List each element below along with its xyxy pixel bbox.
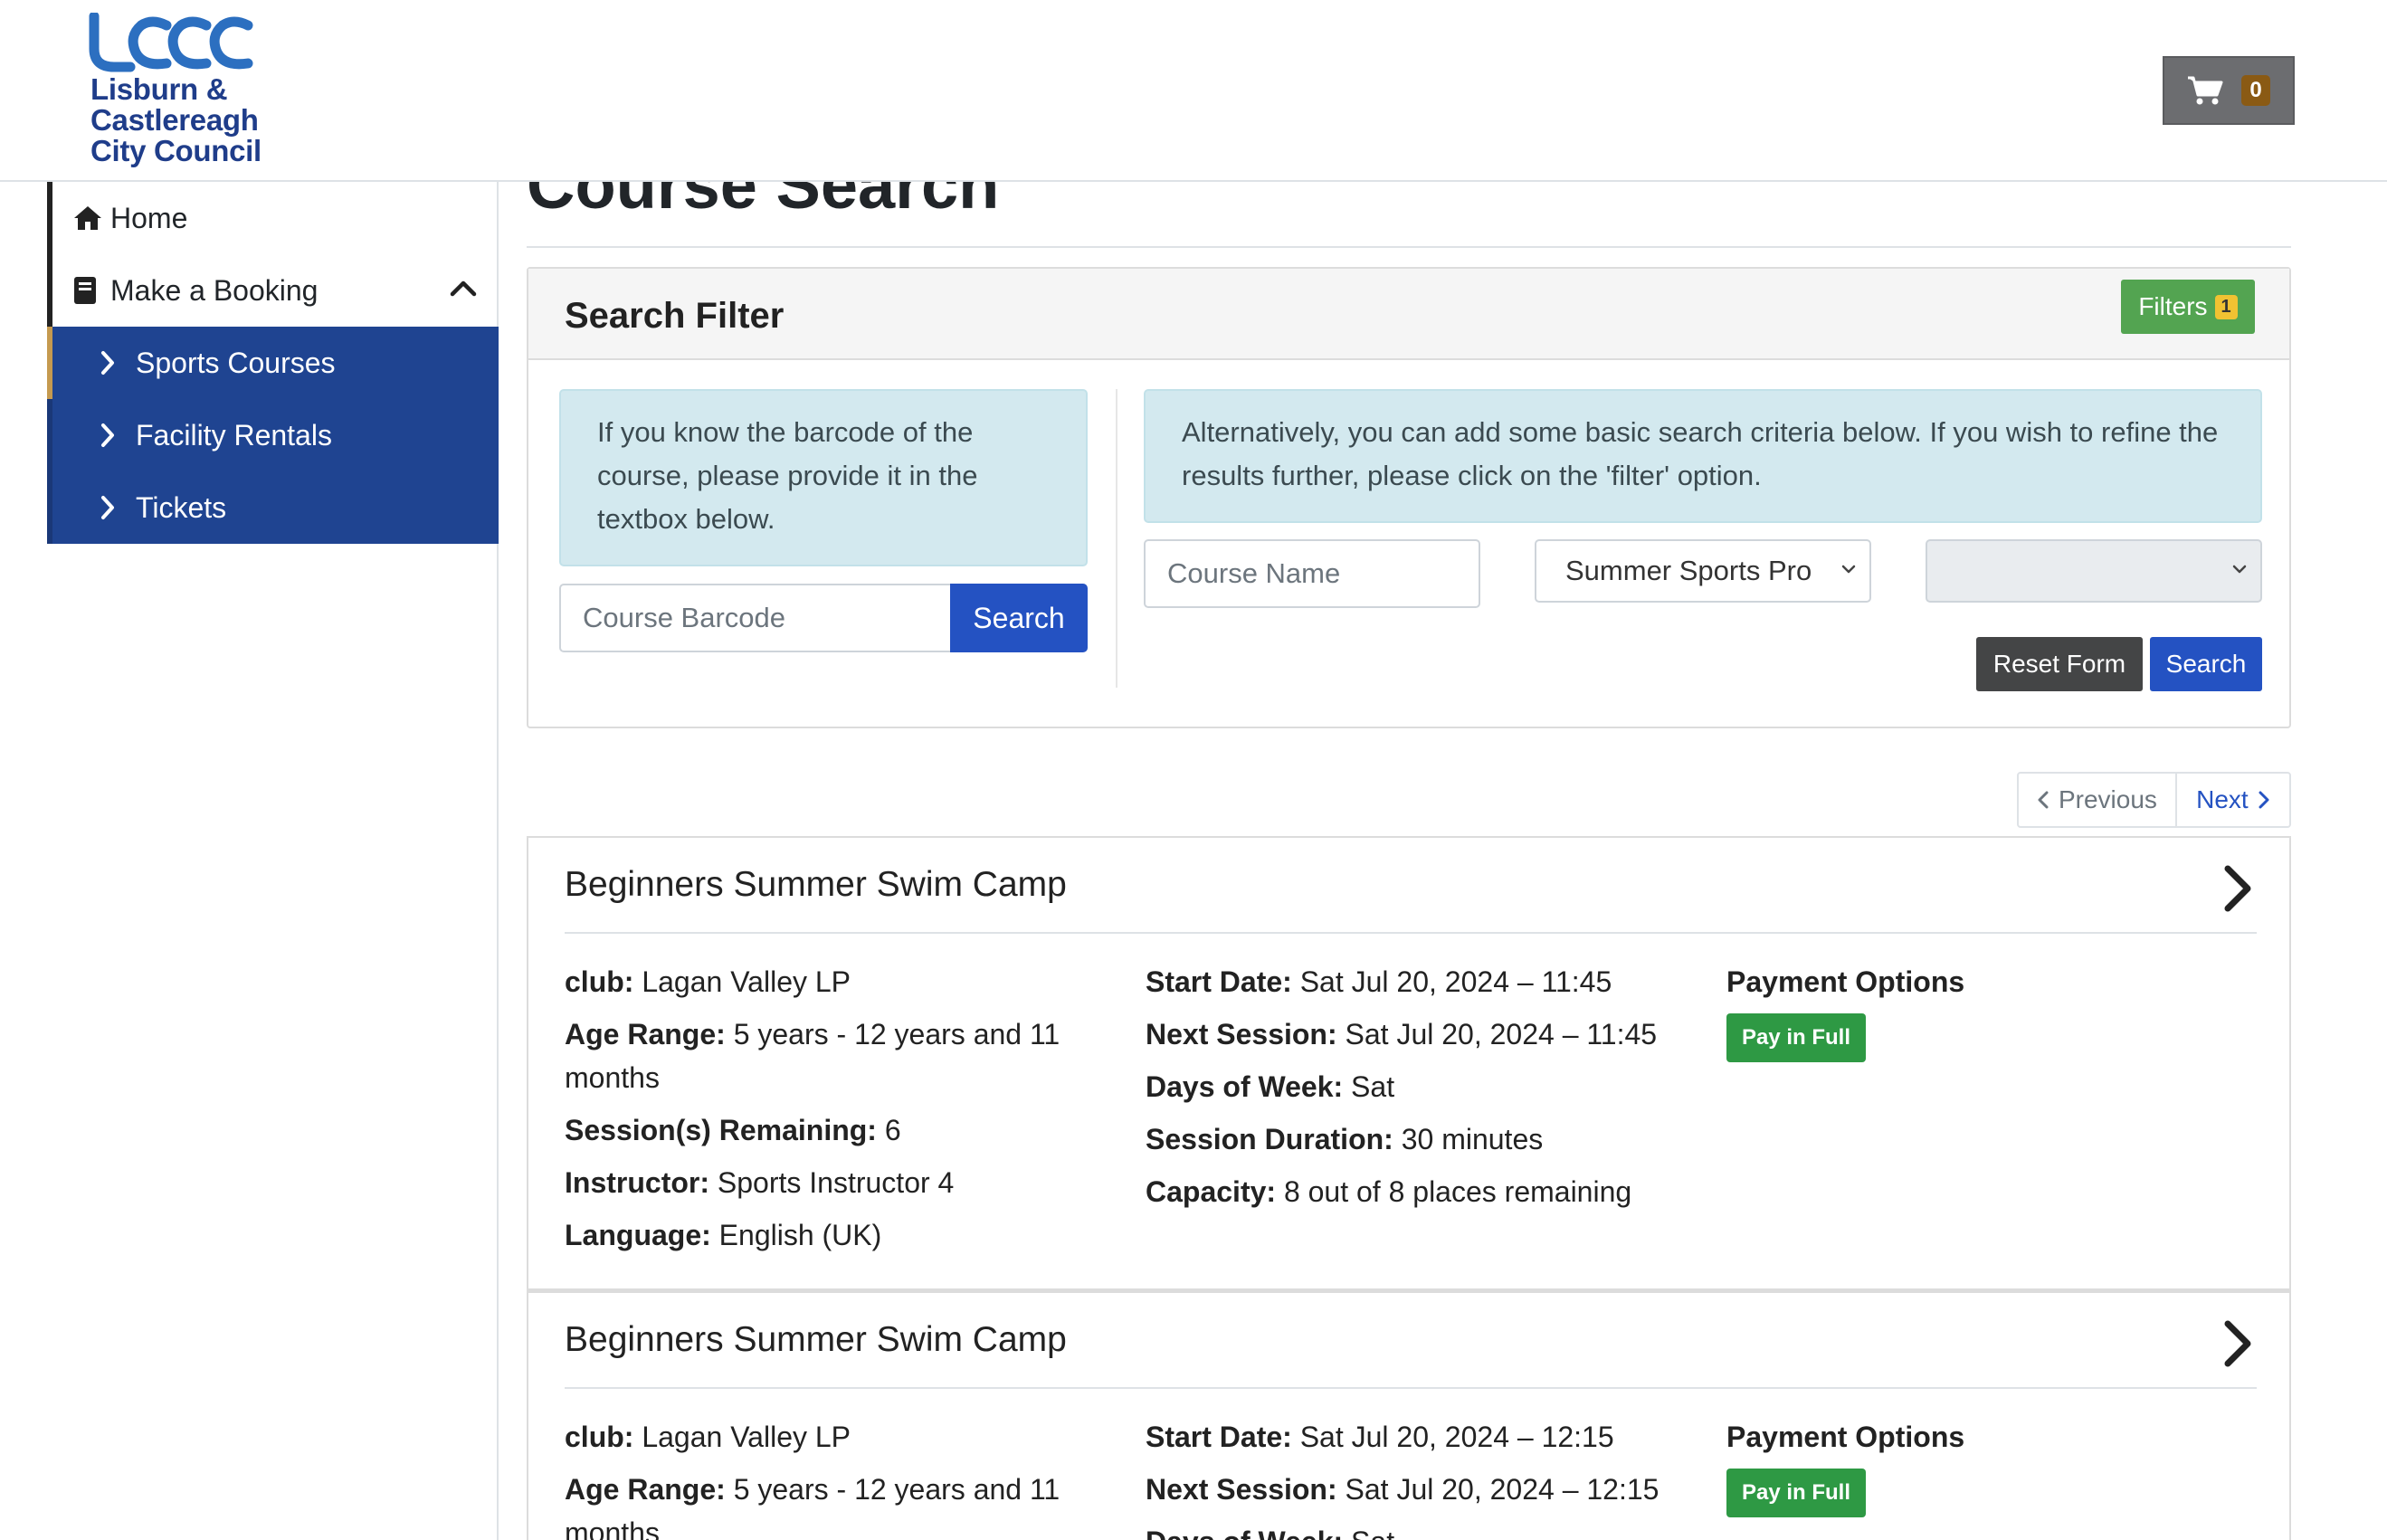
barcode-info-alert: If you know the barcode of the course, p… xyxy=(559,389,1088,566)
course-days-of-week: Days of Week: Sat xyxy=(1146,1070,1395,1103)
sidebar-item-make-booking[interactable]: Make a Booking xyxy=(52,254,499,327)
course-payment-options: Payment Options Pay in Full xyxy=(1726,1411,2233,1517)
council-logo[interactable]: Lisburn & Castlereagh City Council xyxy=(89,13,270,174)
criteria-info-alert: Alternatively, you can add some basic se… xyxy=(1144,389,2262,523)
course-payment-options: Payment Options Pay in Full xyxy=(1726,955,2233,1062)
course-capacity: Capacity: 8 out of 8 places remaining xyxy=(1146,1175,1632,1208)
pay-in-full-button[interactable]: Pay in Full xyxy=(1726,1013,1866,1062)
chevron-up-icon[interactable] xyxy=(450,278,477,298)
sidebar: Home Make a Booking Sports Courses Facil… xyxy=(0,182,499,1540)
course-title[interactable]: Beginners Summer Swim Camp xyxy=(565,1320,1067,1360)
course-start-date: Start Date: Sat Jul 20, 2024 – 11:45 xyxy=(1146,965,1612,998)
chevron-right-icon xyxy=(101,351,114,375)
course-name-input[interactable]: Course Name xyxy=(1144,539,1480,608)
course-card[interactable]: Beginners Summer Swim Camp club: Lagan V… xyxy=(527,1290,2291,1540)
course-club: club: Lagan Valley LP xyxy=(565,1421,851,1453)
course-next-session: Next Session: Sat Jul 20, 2024 – 12:15 xyxy=(1146,1473,1659,1506)
course-details-left: club: Lagan Valley LP Age Range: 5 years… xyxy=(565,955,1108,1261)
course-card-header: Beginners Summer Swim Camp xyxy=(565,1293,2257,1389)
course-name-placeholder: Course Name xyxy=(1167,557,1341,589)
course-session-duration: Session Duration: 30 minutes xyxy=(1146,1123,1544,1155)
sidebar-item-sports-courses[interactable]: Sports Courses xyxy=(47,327,499,399)
pagination: Previous Next xyxy=(2017,772,2291,828)
sidebar-item-label: Sports Courses xyxy=(136,346,336,379)
course-language: Language: English (UK) xyxy=(565,1219,882,1251)
sidebar-item-label: Tickets xyxy=(136,490,227,524)
search-filter-header: Search Filter Filters 1 xyxy=(528,269,2289,360)
course-club: club: Lagan Valley LP xyxy=(565,965,851,998)
logo-text: Lisburn & Castlereagh City Council xyxy=(90,74,262,166)
course-instructor: Instructor: Sports Instructor 4 xyxy=(565,1166,955,1199)
reset-form-button[interactable]: Reset Form xyxy=(1976,637,2143,691)
cart-button[interactable]: 0 xyxy=(2163,56,2295,125)
cart-count-badge: 0 xyxy=(2241,75,2270,106)
course-barcode-placeholder: Course Barcode xyxy=(583,602,786,633)
filter-column-divider xyxy=(1116,389,1117,688)
chevron-down-icon xyxy=(2232,565,2247,574)
chevron-down-icon xyxy=(1841,565,1856,574)
previous-page-button[interactable]: Previous xyxy=(2019,774,2177,826)
logo-line: Castlereagh xyxy=(90,103,259,137)
chevron-right-icon xyxy=(101,423,114,447)
chevron-right-icon xyxy=(2259,791,2269,809)
next-page-label: Next xyxy=(2196,785,2249,813)
chevron-right-icon[interactable] xyxy=(2219,1318,2255,1369)
site-header: Lisburn & Castlereagh City Council 0 xyxy=(0,0,2387,182)
payment-options-label: Payment Options xyxy=(1726,965,1965,998)
sidebar-item-home[interactable]: Home xyxy=(52,182,499,254)
sidebar-item-label: Make a Booking xyxy=(110,273,319,307)
course-days-of-week: Days of Week: Sat xyxy=(1146,1516,1725,1540)
logo-mark-icon xyxy=(89,13,253,72)
sidebar-item-label: Facility Rentals xyxy=(136,418,332,452)
course-details-left: club: Lagan Valley LP Age Range: 5 years… xyxy=(565,1411,1108,1540)
previous-page-label: Previous xyxy=(2058,785,2157,813)
sidebar-item-facility-rentals[interactable]: Facility Rentals xyxy=(47,399,499,471)
program-select[interactable]: Summer Sports Pro xyxy=(1535,539,1871,603)
search-filter-card: Search Filter Filters 1 If you know the … xyxy=(527,267,2291,728)
cart-icon xyxy=(2188,76,2223,105)
sidebar-item-tickets[interactable]: Tickets xyxy=(47,471,499,544)
booking-submenu: Sports Courses Facility Rentals Tickets xyxy=(47,327,499,544)
course-details-middle: Start Date: Sat Jul 20, 2024 – 12:15 Nex… xyxy=(1146,1411,1725,1540)
chevron-left-icon xyxy=(2038,791,2049,809)
course-start-date: Start Date: Sat Jul 20, 2024 – 12:15 xyxy=(1146,1421,1614,1453)
next-page-button[interactable]: Next xyxy=(2177,774,2289,826)
chevron-right-icon[interactable] xyxy=(2219,863,2255,914)
course-barcode-input[interactable]: Course Barcode xyxy=(559,584,952,652)
search-button[interactable]: Search xyxy=(2150,637,2262,691)
secondary-select[interactable] xyxy=(1926,539,2262,603)
course-next-session: Next Session: Sat Jul 20, 2024 – 11:45 xyxy=(1146,1018,1658,1050)
filters-button-label: Filters xyxy=(2138,292,2208,320)
course-details-middle: Start Date: Sat Jul 20, 2024 – 11:45 Nex… xyxy=(1146,955,1725,1218)
course-age-range: Age Range: 5 years - 12 years and 11 mon… xyxy=(565,1018,1060,1094)
title-divider xyxy=(527,246,2291,248)
filters-count-badge: 1 xyxy=(2214,294,2238,319)
chevron-right-icon xyxy=(101,496,114,519)
filters-button[interactable]: Filters 1 xyxy=(2121,280,2255,334)
book-icon xyxy=(74,277,96,304)
course-age-range: Age Range: 5 years - 12 years and 11 mon… xyxy=(565,1473,1060,1540)
course-card[interactable]: Beginners Summer Swim Camp club: Lagan V… xyxy=(527,836,2291,1290)
logo-line: City Council xyxy=(90,134,262,167)
logo-line: Lisburn & xyxy=(90,72,228,106)
search-filter-heading: Search Filter xyxy=(565,296,785,336)
pay-in-full-button[interactable]: Pay in Full xyxy=(1726,1469,1866,1517)
program-select-value: Summer Sports Pro xyxy=(1565,555,1812,586)
sidebar-item-label: Home xyxy=(110,201,188,234)
payment-options-label: Payment Options xyxy=(1726,1421,1965,1453)
home-icon xyxy=(74,206,101,230)
course-card-header: Beginners Summer Swim Camp xyxy=(565,838,2257,934)
course-title[interactable]: Beginners Summer Swim Camp xyxy=(565,865,1067,905)
barcode-search-button[interactable]: Search xyxy=(950,584,1088,652)
course-sessions-remaining: Session(s) Remaining: 6 xyxy=(565,1114,901,1146)
